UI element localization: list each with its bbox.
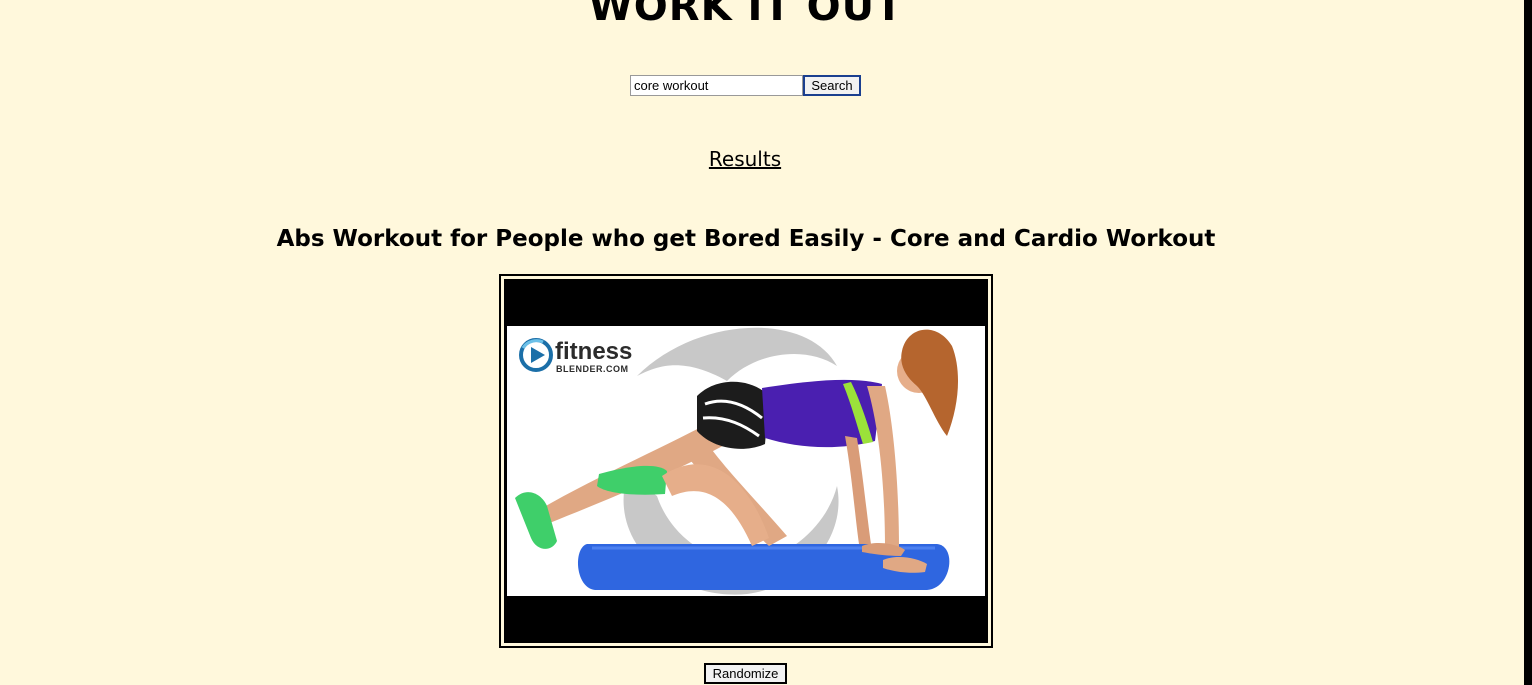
brand-sub: BLENDER.COM <box>556 364 629 374</box>
video-title: Abs Workout for People who get Bored Eas… <box>276 226 1216 252</box>
play-swirl-logo-icon <box>519 338 553 372</box>
search-button[interactable]: Search <box>803 75 861 96</box>
swirl-shape <box>637 327 837 381</box>
video-player[interactable]: fitness BLENDER.COM <box>504 279 988 643</box>
shoe-front <box>597 465 667 495</box>
video-thumbnail: fitness BLENDER.COM <box>507 326 985 596</box>
site-title: WORK IT OUT <box>588 0 904 30</box>
results-heading: Results <box>708 147 782 171</box>
brand-name: fitness <box>555 338 633 365</box>
arm-left <box>845 436 871 544</box>
search-form: Search <box>630 75 861 96</box>
shoe-back <box>515 492 557 549</box>
search-input[interactable] <box>630 75 803 96</box>
window-right-edge <box>1524 0 1532 685</box>
video-frame: fitness BLENDER.COM <box>499 274 993 648</box>
randomize-button[interactable]: Randomize <box>704 663 787 684</box>
